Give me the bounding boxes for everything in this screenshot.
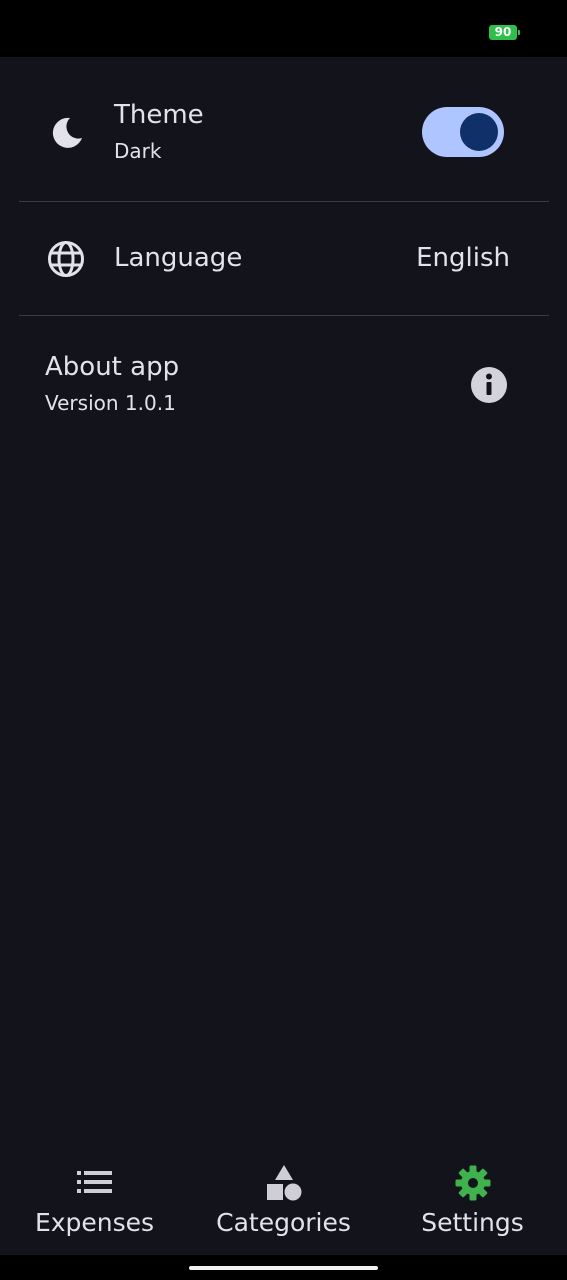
app-version: Version 1.0.1 xyxy=(45,391,176,415)
battery-indicator: 90 xyxy=(489,25,517,40)
nav-label-categories: Categories xyxy=(216,1208,351,1237)
gear-icon xyxy=(455,1165,491,1201)
moon-icon xyxy=(52,117,82,148)
language-value: English xyxy=(416,243,510,273)
language-title: Language xyxy=(114,243,243,273)
info-icon xyxy=(471,367,507,403)
status-bar: 90 xyxy=(0,0,567,57)
settings-screen: 90 Theme Dark Language English About app… xyxy=(0,0,567,1280)
nav-label-settings: Settings xyxy=(421,1208,524,1237)
about-app-row[interactable]: About app Version 1.0.1 xyxy=(0,316,567,432)
globe-icon xyxy=(48,241,84,277)
language-setting-row[interactable]: Language English xyxy=(0,202,567,315)
list-icon xyxy=(77,1171,112,1193)
nav-item-categories[interactable]: Categories xyxy=(189,1148,378,1255)
battery-tip xyxy=(518,30,520,35)
shapes-icon xyxy=(267,1165,302,1201)
gesture-bar-area xyxy=(0,1255,567,1280)
home-indicator[interactable] xyxy=(189,1266,378,1270)
theme-toggle-switch[interactable] xyxy=(422,107,504,157)
nav-label-expenses: Expenses xyxy=(34,1208,155,1237)
theme-title: Theme xyxy=(114,100,204,130)
nav-item-settings[interactable]: Settings xyxy=(378,1148,567,1255)
about-title: About app xyxy=(45,352,180,382)
bottom-navigation: Expenses Categories Settings xyxy=(0,1148,567,1255)
theme-value: Dark xyxy=(114,139,162,163)
theme-toggle-thumb xyxy=(460,113,498,151)
nav-item-expenses[interactable]: Expenses xyxy=(0,1148,189,1255)
